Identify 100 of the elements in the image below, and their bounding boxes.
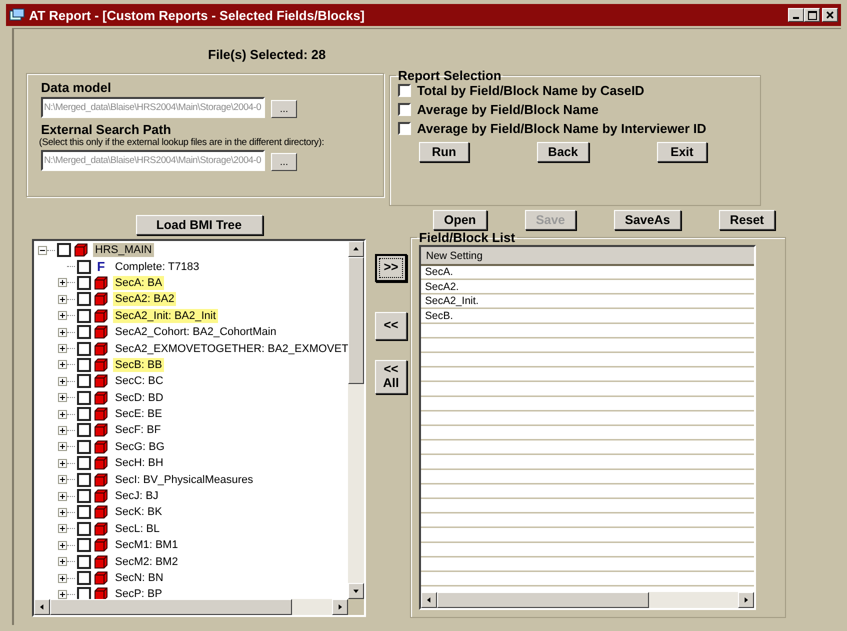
tree-checkbox[interactable] bbox=[77, 440, 91, 454]
close-button[interactable] bbox=[822, 8, 838, 22]
cube-icon bbox=[94, 440, 108, 454]
browse-button[interactable]: ... bbox=[271, 153, 297, 171]
tree-item[interactable]: SecE: BE bbox=[113, 407, 164, 422]
list-button[interactable]: SaveAs bbox=[614, 210, 682, 230]
tree-item[interactable]: SecI: BV_PhysicalMeasures bbox=[113, 472, 256, 487]
action-button[interactable]: Back bbox=[537, 142, 589, 162]
expand-icon[interactable] bbox=[58, 344, 67, 354]
tree-checkbox[interactable] bbox=[77, 472, 91, 487]
list-button[interactable]: Reset bbox=[718, 210, 775, 230]
checkbox[interactable] bbox=[398, 122, 411, 135]
tree-item[interactable]: SecC: BC bbox=[113, 374, 166, 388]
tree-checkbox[interactable] bbox=[77, 358, 91, 372]
expand-icon[interactable] bbox=[58, 410, 67, 419]
expand-icon[interactable] bbox=[58, 442, 67, 452]
tree-checkbox[interactable] bbox=[77, 587, 91, 599]
tree-checkbox[interactable] bbox=[77, 342, 91, 356]
maximize-button[interactable] bbox=[804, 8, 820, 22]
tree-item[interactable]: SecD: BD bbox=[113, 390, 166, 405]
transfer-button[interactable]: << bbox=[375, 312, 407, 340]
tree-item[interactable]: SecM2: BM2 bbox=[113, 554, 180, 569]
expand-icon[interactable] bbox=[58, 524, 67, 534]
tree-checkbox[interactable] bbox=[77, 456, 91, 470]
expand-icon[interactable] bbox=[58, 492, 67, 501]
option-label: Average by Field/Block Name by Interviewer ID bbox=[417, 121, 706, 136]
tree-item[interactable]: SecK: BK bbox=[113, 505, 164, 520]
tree-checkbox[interactable] bbox=[77, 276, 91, 290]
horizontal-scrollbar[interactable] bbox=[34, 599, 348, 615]
tree-item[interactable]: SecG: BG bbox=[113, 440, 167, 454]
tree-item[interactable]: SecH: BH bbox=[113, 456, 166, 470]
expand-icon[interactable] bbox=[58, 278, 67, 288]
tree-checkbox[interactable] bbox=[77, 308, 91, 323]
tree-checkbox[interactable] bbox=[77, 489, 91, 504]
cube-icon bbox=[94, 358, 108, 372]
tree-item[interactable]: SecP: BP bbox=[113, 587, 164, 599]
checkbox[interactable] bbox=[398, 103, 411, 116]
collapse-icon[interactable] bbox=[38, 246, 47, 255]
expand-icon[interactable] bbox=[58, 458, 67, 468]
list-item[interactable]: SecB. bbox=[421, 310, 754, 324]
scroll-up-icon bbox=[352, 245, 360, 253]
list-item[interactable]: SecA2. bbox=[421, 280, 754, 296]
tree-item[interactable]: HRS_MAIN bbox=[93, 243, 154, 258]
action-button[interactable]: Exit bbox=[656, 142, 707, 162]
expand-icon[interactable] bbox=[58, 360, 67, 370]
cube-icon bbox=[94, 456, 108, 470]
action-button[interactable]: Run bbox=[419, 142, 469, 162]
expand-icon[interactable] bbox=[58, 540, 67, 550]
tree-item[interactable]: SecA2: BA2 bbox=[113, 292, 176, 306]
tree-checkbox[interactable] bbox=[77, 260, 91, 274]
list-button[interactable]: Open bbox=[433, 210, 487, 230]
tree-checkbox[interactable] bbox=[77, 407, 91, 422]
tree-checkbox[interactable] bbox=[57, 243, 71, 258]
expand-icon[interactable] bbox=[58, 426, 67, 435]
list-item[interactable]: SecA2_Init. bbox=[421, 295, 754, 310]
transfer-button[interactable]: << All bbox=[375, 360, 407, 394]
tree-item[interactable]: SecM1: BM1 bbox=[113, 538, 180, 552]
browse-button[interactable]: ... bbox=[271, 100, 297, 118]
scroll-right-icon bbox=[742, 596, 750, 604]
tree-checkbox[interactable] bbox=[77, 374, 91, 388]
list-item[interactable]: SecA. bbox=[421, 266, 754, 281]
tree-checkbox[interactable] bbox=[77, 325, 91, 340]
tree-checkbox[interactable] bbox=[77, 505, 91, 520]
expand-icon[interactable] bbox=[58, 574, 67, 582]
tree-checkbox[interactable] bbox=[77, 522, 91, 536]
expand-icon[interactable] bbox=[58, 590, 67, 599]
tree-checkbox[interactable] bbox=[77, 571, 91, 585]
tree-checkbox[interactable] bbox=[77, 292, 91, 306]
minimize-button[interactable] bbox=[788, 8, 804, 22]
expand-icon[interactable] bbox=[58, 393, 67, 402]
tree-item[interactable]: SecB: BB bbox=[113, 358, 164, 372]
expand-icon[interactable] bbox=[58, 311, 67, 320]
load-tree-button[interactable]: Load BMI Tree bbox=[136, 215, 262, 235]
tree-checkbox[interactable] bbox=[77, 390, 91, 405]
tree-checkbox[interactable] bbox=[77, 538, 91, 552]
vertical-scrollbar[interactable] bbox=[348, 241, 364, 599]
expand-icon[interactable] bbox=[58, 557, 67, 566]
tree-item[interactable]: SecL: BL bbox=[113, 522, 162, 536]
checkbox[interactable] bbox=[398, 84, 411, 97]
cube-icon bbox=[94, 505, 108, 520]
tree-item[interactable]: Complete: T7183 bbox=[113, 260, 202, 274]
tree-item[interactable]: SecA2_Init: BA2_Init bbox=[113, 308, 218, 323]
cube-icon bbox=[94, 390, 108, 405]
expand-icon[interactable] bbox=[58, 294, 67, 304]
tree-item[interactable]: SecN: BN bbox=[113, 571, 166, 585]
transfer-button[interactable]: >> bbox=[375, 254, 407, 282]
tree-checkbox[interactable] bbox=[77, 423, 91, 438]
expand-icon[interactable] bbox=[58, 328, 67, 337]
expand-icon[interactable] bbox=[58, 376, 67, 386]
tree-checkbox[interactable] bbox=[77, 554, 91, 569]
tree-item[interactable]: SecA2_Cohort: BA2_CohortMain bbox=[113, 325, 278, 340]
tree-item[interactable]: SecF: BF bbox=[113, 423, 163, 438]
column-header[interactable]: New Setting bbox=[421, 247, 754, 266]
expand-icon[interactable] bbox=[58, 475, 67, 484]
horizontal-scrollbar[interactable] bbox=[421, 592, 754, 608]
tree-item[interactable]: SecA2_EXMOVETOGETHER: BA2_EXMOVET bbox=[113, 342, 348, 356]
expand-icon[interactable] bbox=[58, 508, 67, 517]
tree-item[interactable]: SecJ: BJ bbox=[113, 489, 160, 504]
tree-item[interactable]: SecA: BA bbox=[113, 276, 164, 290]
scroll-right-icon bbox=[336, 603, 344, 611]
